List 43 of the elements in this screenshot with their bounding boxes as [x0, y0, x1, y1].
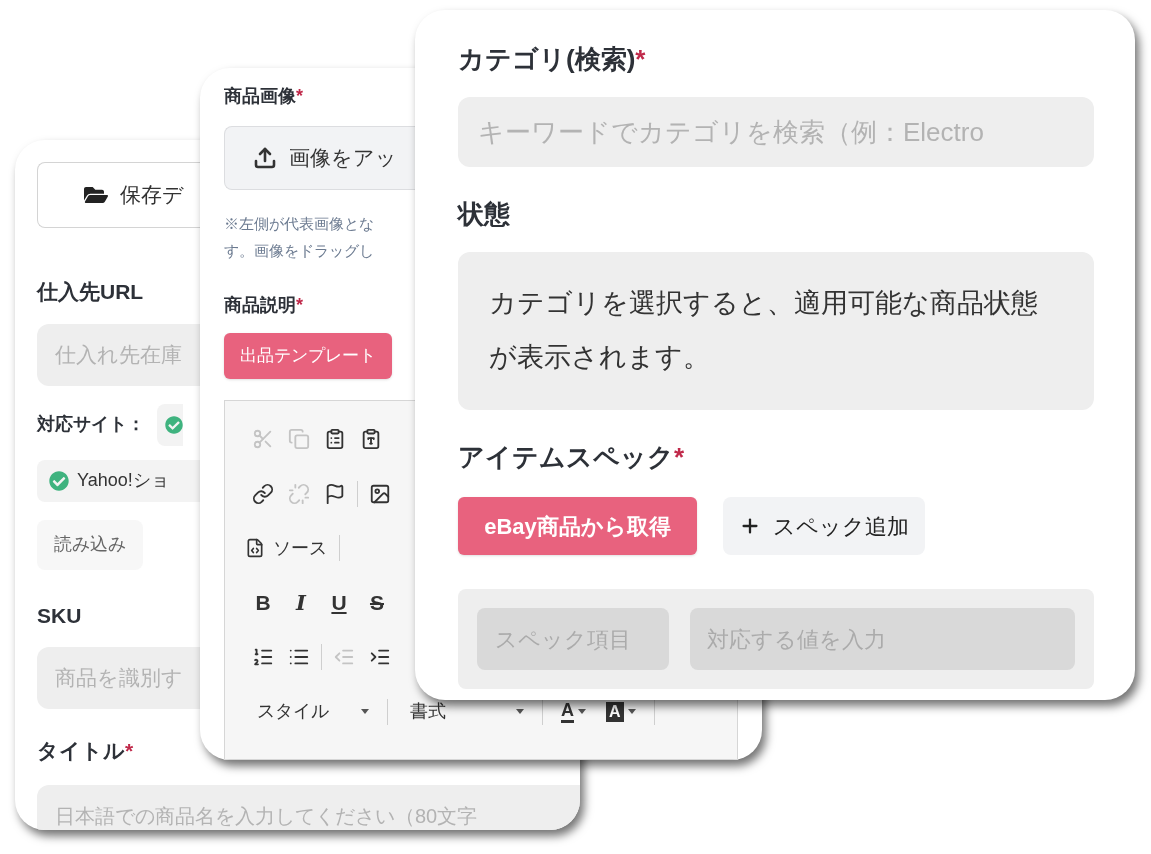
- unlink-icon: [288, 482, 310, 505]
- strike-button[interactable]: S: [365, 586, 389, 619]
- caret-icon: [627, 709, 636, 715]
- link-icon: [252, 482, 274, 505]
- format-dropdown[interactable]: 書式: [400, 700, 530, 723]
- italic-button[interactable]: I: [289, 586, 313, 619]
- source-code-icon: [245, 538, 265, 559]
- required-asterisk: *: [674, 441, 685, 474]
- underline-button[interactable]: U: [327, 586, 351, 619]
- field-label: 商品説明: [224, 294, 296, 317]
- source-button[interactable]: ソース: [245, 532, 335, 565]
- field-label: 対応サイト：: [37, 413, 145, 436]
- copy-icon: [288, 428, 310, 451]
- bold-button[interactable]: B: [251, 586, 275, 619]
- upload-icon: [253, 146, 277, 170]
- paste-text-icon: [360, 428, 382, 451]
- caret-icon: [361, 709, 369, 715]
- required-asterisk: *: [296, 294, 303, 317]
- upload-button[interactable]: 画像をアッ: [224, 126, 415, 190]
- paste-icon: [324, 428, 346, 451]
- field-label: タイトル: [37, 738, 125, 764]
- load-button[interactable]: 読み込み: [37, 519, 143, 570]
- background-color-button[interactable]: A: [600, 700, 642, 723]
- field-label: カテゴリ(検索): [458, 43, 636, 76]
- image-icon: [369, 482, 391, 505]
- site-chip: Yahoo!ショ: [37, 459, 200, 502]
- caret-icon: [578, 709, 586, 715]
- required-asterisk: *: [296, 85, 303, 108]
- style-dropdown[interactable]: スタイル: [245, 695, 375, 728]
- image-note: ※左側が代表画像とな す。画像をドラッグし: [224, 214, 374, 261]
- load-saved-button[interactable]: 保存デ: [37, 162, 200, 228]
- field-label: SKU: [37, 602, 82, 629]
- add-spec-button[interactable]: スペック追加: [723, 497, 925, 555]
- field-label: 仕入先URL: [37, 279, 144, 305]
- condition-message: カテゴリを選択すると、適用可能な商品状態が表示されます。: [458, 252, 1094, 410]
- caret-icon: [516, 709, 524, 715]
- required-asterisk: *: [125, 738, 134, 764]
- field-label: 商品画像: [224, 85, 296, 108]
- field-label: 状態: [458, 198, 510, 231]
- flag-icon: [324, 482, 346, 505]
- cut-icon: [252, 428, 274, 451]
- required-asterisk: *: [635, 43, 646, 76]
- field-label: アイテムスペック: [458, 441, 674, 474]
